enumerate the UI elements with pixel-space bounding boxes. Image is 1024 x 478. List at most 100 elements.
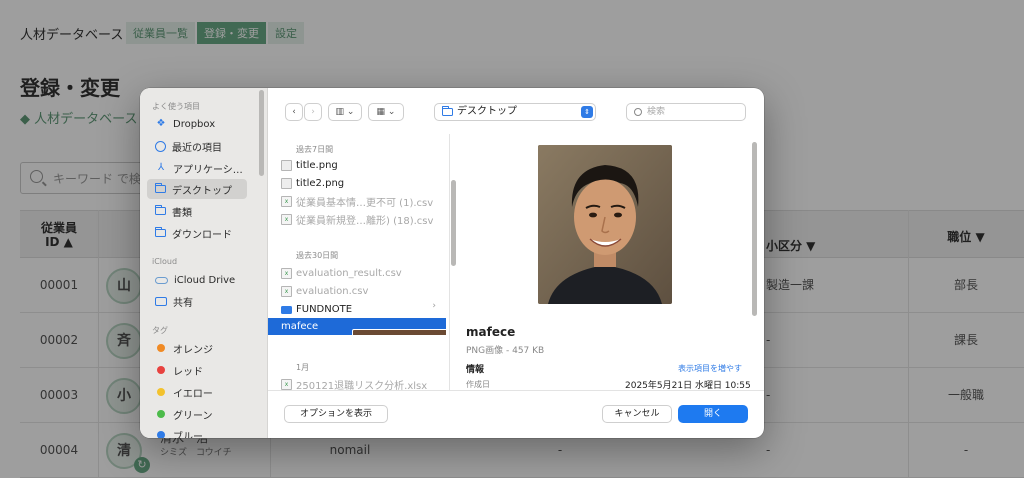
section-last-7-days: 過去7日間 [296,145,334,154]
shared-folder-icon [155,296,167,306]
created-label: 作成日 [466,380,490,389]
file-preview: mafece PNG画像 - 457 KB 情報 表示項目を増やす 作成日 20… [454,134,764,391]
sidebar-item-label: オレンジ [173,344,213,356]
preview-file-kind: PNG画像 - 457 KB [466,346,545,356]
cancel-button[interactable]: キャンセル [602,405,672,423]
sidebar-item-label: iCloud Drive [174,274,236,286]
csv-file-icon: x [281,214,292,225]
sidebar-item-desktop[interactable]: デスクトップ [147,179,247,199]
sidebar-item-label: Dropbox [173,118,216,130]
show-more-link[interactable]: 表示項目を増やす [678,363,742,374]
sidebar-tag-yellow[interactable]: イエロー [147,382,247,402]
search-input[interactable]: 検索 [626,103,746,121]
file-item[interactable]: title2.png [268,175,446,192]
sidebar-item-applications[interactable]: ⅄ アプリケーシ… [147,158,247,178]
search-icon [634,108,642,116]
sidebar-item-label: 書類 [172,207,192,219]
section-last-30-days: 過去30日間 [296,251,339,260]
preview-file-name: mafece [466,325,516,339]
file-name: 従業員新規登…離形) (18).csv [296,216,434,227]
dropbox-icon: ❖ [156,118,166,129]
sidebar-tag-red[interactable]: レッド [147,360,247,380]
file-name: evaluation_result.csv [296,268,402,279]
file-name: evaluation.csv [296,286,369,297]
column-view-button[interactable]: ▥ ⌄ [328,103,362,121]
file-name: title.png [296,160,338,171]
open-button[interactable]: 開く [678,405,748,423]
sidebar-item-label: ダウンロード [172,229,232,241]
file-item[interactable]: x 従業員新規登…離形) (18).csv [268,211,446,228]
sidebar-item-label: レッド [173,366,203,378]
folder-item[interactable]: FUNDNOTE › [268,301,446,318]
applications-icon: ⅄ [157,162,165,173]
sidebar-item-label: アプリケーシ… [173,164,243,176]
sidebar-item-recents[interactable]: 最近の項目 [147,136,247,156]
file-list: 過去7日間 title.png title2.png x 従業員基本情…更不可 … [268,134,450,392]
sidebar-item-label: グリーン [173,410,213,422]
sidebar-item-label: 共有 [173,297,193,309]
file-name: title2.png [296,178,345,189]
sidebar-item-label: 最近の項目 [172,142,222,154]
sidebar-tag-orange[interactable]: オレンジ [147,338,247,358]
sidebar-item-label: ブルー [173,431,203,439]
tag-dot-icon [157,431,165,438]
tags-header: タグ [152,326,168,335]
preview-scrollbar[interactable] [752,142,757,316]
tag-dot-icon [157,366,165,374]
chevron-updown-icon: ⇕ [581,106,593,118]
back-button[interactable]: ‹ [285,103,303,121]
show-options-button[interactable]: オプションを表示 [284,405,388,423]
section-january: 1月 [296,363,310,372]
sidebar-item-label: デスクトップ [172,185,232,197]
sidebar-scrollbar[interactable] [259,90,264,176]
sidebar-item-dropbox[interactable]: ❖ Dropbox [147,114,247,134]
grid-view-button[interactable]: ▦ ⌄ [368,103,404,121]
cloud-icon [155,276,168,284]
file-item-selected[interactable]: mafece [268,318,446,335]
file-open-dialog: よく使う項目 ❖ Dropbox 最近の項目 ⅄ アプリケーシ… デスクトップ … [140,88,764,438]
tag-dot-icon [157,410,165,418]
csv-file-icon: x [281,268,292,279]
clock-icon [155,140,166,152]
sidebar-item-documents[interactable]: 書類 [147,201,247,221]
favorites-header: よく使う項目 [152,102,200,111]
file-name: mafece [281,321,319,332]
sidebar-tag-blue[interactable]: ブルー [147,425,247,438]
image-file-icon [281,178,292,189]
image-thumbnail-icon [352,329,446,335]
tag-dot-icon [157,344,165,352]
dialog-toolbar: ‹ › ▥ ⌄ ▦ ⌄ デスクトップ ⇕ 検索 [268,88,764,134]
portrait-photo [538,145,672,304]
sidebar-tag-green[interactable]: グリーン [147,404,247,424]
file-item[interactable]: x evaluation_result.csv [268,265,446,282]
tag-dot-icon [157,388,165,396]
sidebar-item-icloud-drive[interactable]: iCloud Drive [147,270,247,290]
dialog-footer: オプションを表示 キャンセル 開く [268,390,764,438]
folder-icon [155,227,166,237]
preview-image [538,145,672,304]
file-item[interactable]: x evaluation.csv [268,283,446,300]
location-select[interactable]: デスクトップ ⇕ [434,103,596,121]
chevron-right-icon: › [432,301,436,311]
location-label: デスクトップ [457,106,517,117]
folder-icon [155,183,166,193]
image-file-icon [281,160,292,171]
sidebar-item-shared[interactable]: 共有 [147,291,247,311]
file-item[interactable]: x 従業員基本情…更不可 (1).csv [268,193,446,210]
sidebar-item-downloads[interactable]: ダウンロード [147,223,247,243]
csv-file-icon: x [281,286,292,297]
xlsx-file-icon: x [281,379,292,390]
folder-icon [155,205,166,215]
search-placeholder: 検索 [647,107,666,117]
file-item[interactable]: title.png [268,157,446,174]
folder-icon [281,305,292,314]
folder-icon [442,106,453,116]
icloud-header: iCloud [152,257,178,266]
forward-button[interactable]: › [304,103,322,121]
sidebar-item-label: イエロー [173,388,213,400]
dialog-sidebar: よく使う項目 ❖ Dropbox 最近の項目 ⅄ アプリケーシ… デスクトップ … [140,88,268,438]
file-name: FUNDNOTE [296,304,353,315]
csv-file-icon: x [281,196,292,207]
file-name: 従業員基本情…更不可 (1).csv [296,198,434,209]
preview-info-label: 情報 [466,365,485,375]
